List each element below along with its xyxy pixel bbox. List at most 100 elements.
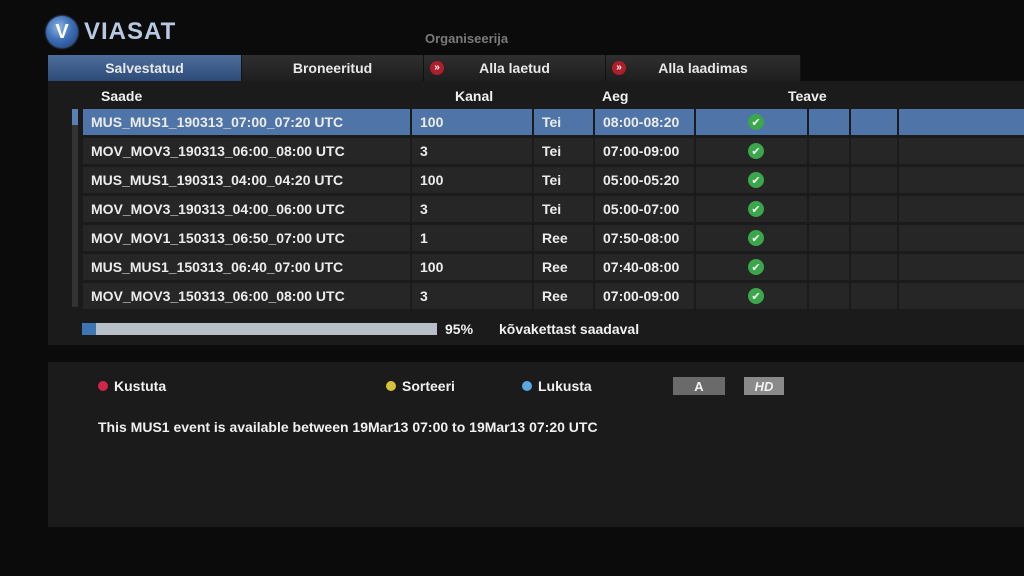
- cell-info: ✔: [696, 167, 807, 193]
- cell-time: 05:00-05:20: [595, 167, 694, 193]
- cell-title: MUS_MUS1_150313_06:40_07:00 UTC: [83, 254, 410, 280]
- disk-space-label: kõvakettast saadaval: [499, 321, 640, 337]
- cell-extra-1: [809, 225, 849, 251]
- hd-badge: HD: [744, 377, 784, 395]
- cell-extra-2: [851, 254, 897, 280]
- cell-day: Tei: [534, 196, 593, 222]
- tab-alla-laetud[interactable]: » Alla laetud: [424, 55, 606, 81]
- cell-extra-1: [809, 167, 849, 193]
- disk-space-bar: [82, 323, 437, 335]
- cell-extra-2: [851, 138, 897, 164]
- tab-broneeritud[interactable]: Broneeritud: [242, 55, 424, 81]
- cell-extra-3: [899, 167, 1024, 193]
- tab-bar: Salvestatud Broneeritud » Alla laetud » …: [48, 55, 801, 81]
- cell-channel: 1: [412, 225, 532, 251]
- action-label: Lukusta: [538, 378, 592, 394]
- disk-space-fill: [82, 323, 97, 335]
- cell-day: Ree: [534, 283, 593, 309]
- sort-action[interactable]: Sorteeri: [386, 378, 455, 394]
- check-icon: ✔: [748, 230, 764, 246]
- cell-extra-2: [851, 196, 897, 222]
- cell-title: MOV_MOV3_190313_06:00_08:00 UTC: [83, 138, 410, 164]
- recordings-panel: Saade Kanal Aeg Teave MUS_MUS1_190313_07…: [48, 81, 1024, 345]
- cell-info: ✔: [696, 196, 807, 222]
- cell-title: MUS_MUS1_190313_04:00_04:20 UTC: [83, 167, 410, 193]
- cell-channel: 100: [412, 109, 532, 135]
- check-icon: ✔: [748, 172, 764, 188]
- header-teave: Teave: [788, 88, 827, 104]
- recording-row[interactable]: MOV_MOV1_150313_06:50_07:00 UTC 1 Ree 07:50…: [83, 225, 1024, 251]
- cell-time: 08:00-08:20: [595, 109, 694, 135]
- cell-title: MOV_MOV1_150313_06:50_07:00 UTC: [83, 225, 410, 251]
- check-icon: ✔: [748, 259, 764, 275]
- cell-extra-2: [851, 283, 897, 309]
- action-label: Sorteeri: [402, 378, 455, 394]
- cell-info: ✔: [696, 283, 807, 309]
- tab-alla-laadimas[interactable]: » Alla laadimas: [606, 55, 801, 81]
- brand-name: VIASAT: [84, 18, 177, 45]
- header-kanal: Kanal: [455, 88, 494, 104]
- delete-action[interactable]: Kustuta: [98, 378, 166, 394]
- recording-row[interactable]: MUS_MUS1_190313_04:00_04:20 UTC 100 Tei 05:…: [83, 167, 1024, 193]
- recording-row[interactable]: MOV_MOV3_190313_06:00_08:00 UTC 3 Tei 07:00…: [83, 138, 1024, 164]
- event-description: This MUS1 event is available between 19M…: [98, 419, 598, 435]
- tab-label: Salvestatud: [105, 60, 184, 76]
- cell-extra-2: [851, 167, 897, 193]
- recording-row[interactable]: MUS_MUS1_190313_07:00_07:20 UTC 100 Tei 08:…: [83, 109, 1024, 135]
- cell-extra-1: [809, 283, 849, 309]
- cell-extra-3: [899, 254, 1024, 280]
- cell-extra-1: [809, 254, 849, 280]
- cell-info: ✔: [696, 109, 807, 135]
- age-rating-badge: A: [673, 377, 725, 395]
- tab-label: Alla laetud: [479, 60, 550, 76]
- cell-title: MUS_MUS1_190313_07:00_07:20 UTC: [83, 109, 410, 135]
- check-icon: ✔: [748, 114, 764, 130]
- red-button-icon: [98, 381, 108, 391]
- cell-extra-3: [899, 109, 1024, 135]
- cell-day: Tei: [534, 167, 593, 193]
- cell-channel: 3: [412, 138, 532, 164]
- check-icon: ✔: [748, 288, 764, 304]
- page-title: Organiseerija: [425, 31, 509, 46]
- list-scrollbar[interactable]: [72, 109, 78, 307]
- disk-space-percent: 95%: [445, 321, 474, 337]
- tab-label: Broneeritud: [292, 60, 373, 76]
- cell-title: MOV_MOV3_150313_06:00_08:00 UTC: [83, 283, 410, 309]
- cell-time: 07:00-09:00: [595, 283, 694, 309]
- cell-channel: 3: [412, 196, 532, 222]
- recording-row[interactable]: MOV_MOV3_190313_04:00_06:00 UTC 3 Tei 05:00…: [83, 196, 1024, 222]
- cell-extra-3: [899, 225, 1024, 251]
- cell-info: ✔: [696, 254, 807, 280]
- viasat-logo: V VIASAT: [46, 14, 176, 50]
- cell-info: ✔: [696, 138, 807, 164]
- cell-channel: 100: [412, 167, 532, 193]
- cell-info: ✔: [696, 225, 807, 251]
- record-icon: »: [612, 61, 626, 75]
- tab-label: Alla laadimas: [658, 60, 748, 76]
- check-icon: ✔: [748, 201, 764, 217]
- lock-action[interactable]: Lukusta: [522, 378, 592, 394]
- recording-row[interactable]: MUS_MUS1_150313_06:40_07:00 UTC 100 Ree 07:…: [83, 254, 1024, 280]
- cell-channel: 3: [412, 283, 532, 309]
- viasat-logo-icon: V: [46, 16, 78, 48]
- cell-day: Ree: [534, 225, 593, 251]
- cell-time: 05:00-07:00: [595, 196, 694, 222]
- action-label: Kustuta: [114, 378, 167, 394]
- cell-day: Tei: [534, 109, 593, 135]
- cell-extra-3: [899, 196, 1024, 222]
- cell-channel: 100: [412, 254, 532, 280]
- scrollbar-thumb[interactable]: [72, 109, 78, 125]
- header-aeg: Aeg: [602, 88, 629, 104]
- cell-extra-3: [899, 283, 1024, 309]
- yellow-button-icon: [386, 381, 396, 391]
- cell-extra-1: [809, 138, 849, 164]
- cell-extra-2: [851, 109, 897, 135]
- recording-row[interactable]: MOV_MOV3_150313_06:00_08:00 UTC 3 Ree 07:00…: [83, 283, 1024, 309]
- cell-extra-1: [809, 109, 849, 135]
- record-icon: »: [430, 61, 444, 75]
- blue-button-icon: [522, 381, 532, 391]
- tab-salvestatud[interactable]: Salvestatud: [48, 55, 242, 81]
- cell-title: MOV_MOV3_190313_04:00_06:00 UTC: [83, 196, 410, 222]
- cell-time: 07:50-08:00: [595, 225, 694, 251]
- cell-extra-2: [851, 225, 897, 251]
